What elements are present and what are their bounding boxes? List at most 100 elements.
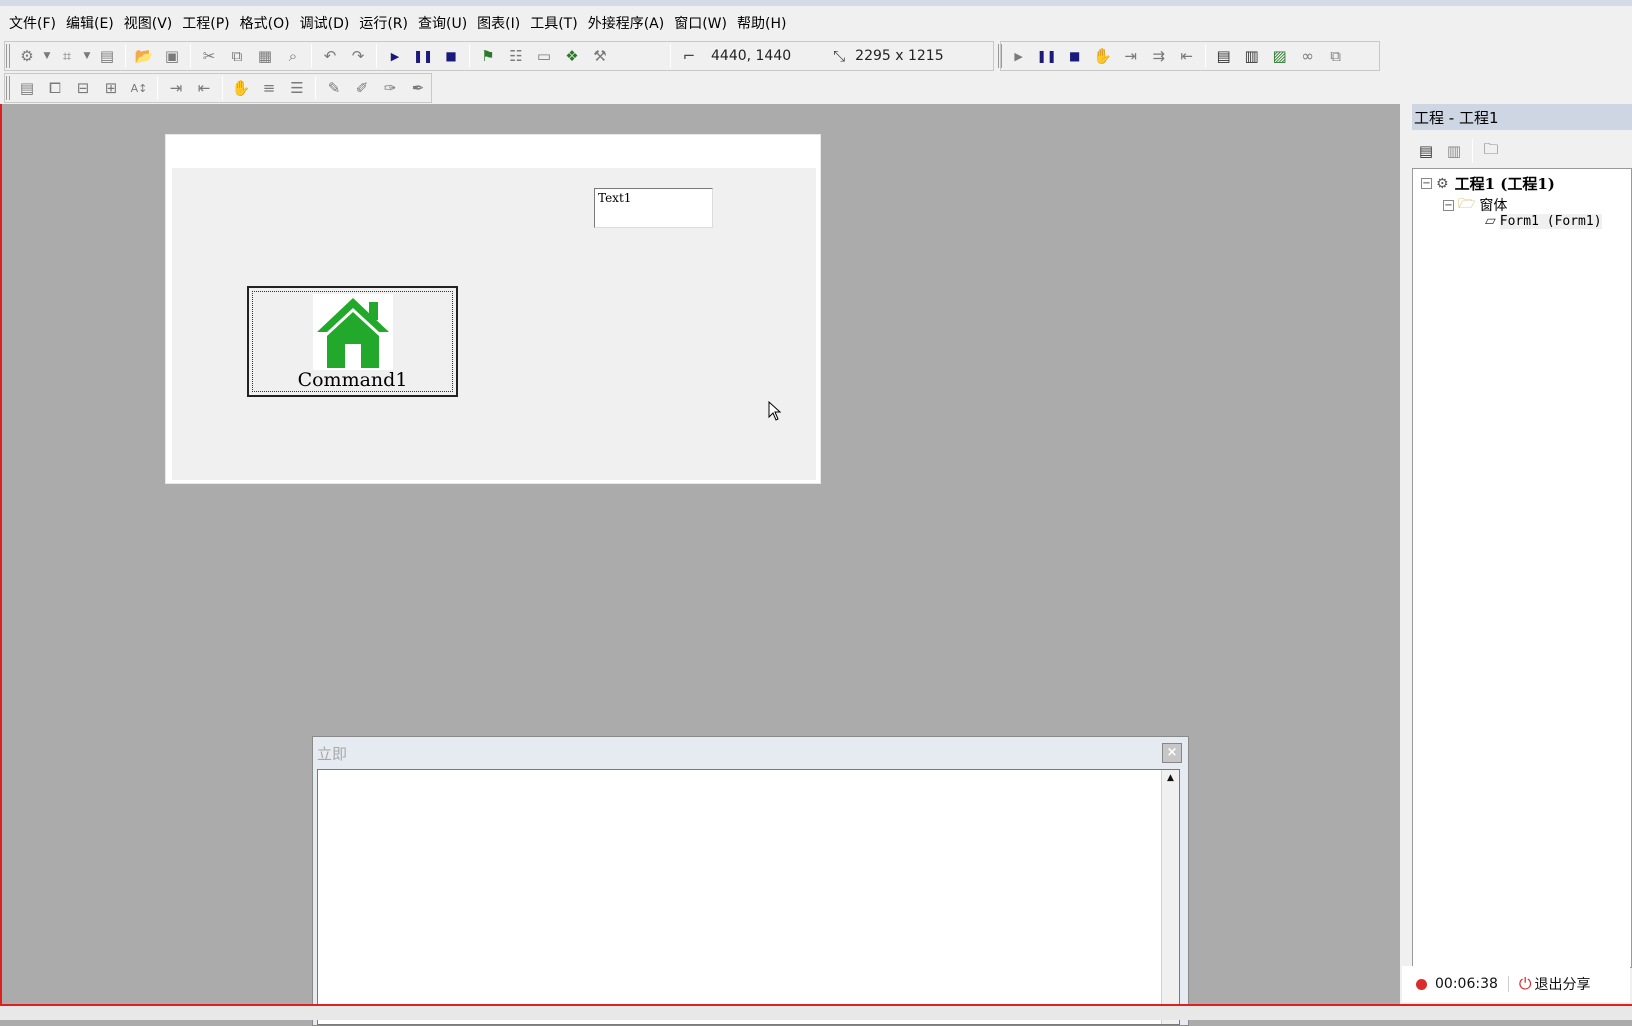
center-icon[interactable]: ⊞	[97, 75, 125, 101]
immediate-input-area[interactable]: ▲ ▼	[317, 769, 1180, 1025]
scroll-up-icon[interactable]: ▲	[1162, 770, 1179, 787]
break-icon[interactable]: ❚❚	[1033, 43, 1061, 69]
chevron-down-icon[interactable]: ▼	[81, 43, 93, 69]
menu-project[interactable]: 工程(P)	[177, 13, 234, 33]
form-designer-window[interactable]: Text1 Command1	[165, 134, 821, 484]
collapse-icon[interactable]: −	[1421, 178, 1432, 189]
menu-tools[interactable]: 工具(T)	[525, 13, 582, 33]
clear-bookmarks-icon[interactable]: ✒	[404, 75, 432, 101]
project-node-label: 工程1 (工程1)	[1454, 175, 1555, 193]
form-node-label: Form1 (Form1)	[1499, 213, 1602, 229]
add-form-icon[interactable]: ⌗	[53, 43, 81, 69]
tree-item-form1[interactable]: ▱ Form1 (Form1)	[1485, 213, 1602, 229]
text1-textbox[interactable]: Text1	[594, 188, 713, 228]
bring-to-front-icon[interactable]: ▤	[13, 75, 41, 101]
copy-icon[interactable]: ⧉	[223, 43, 251, 69]
menu-format[interactable]: 格式(O)	[235, 13, 295, 33]
close-icon[interactable]: ×	[1162, 743, 1182, 763]
properties-window-icon[interactable]: ☷	[502, 43, 530, 69]
stop-icon[interactable]: ■	[437, 43, 465, 69]
view-object-icon[interactable]: ▥	[1440, 138, 1468, 164]
project-explorer-icon[interactable]: ⚑	[474, 43, 502, 69]
project-tree[interactable]: − ⚙ 工程1 (工程1) − 🗁 窗体 ▱ Form1 (Form1)	[1412, 168, 1632, 968]
form-client-area[interactable]: Text1 Command1	[172, 168, 816, 480]
quick-watch-icon[interactable]: ∞	[1294, 43, 1322, 69]
comment-block-icon[interactable]: ≡	[255, 75, 283, 101]
chevron-down-icon[interactable]: ▼	[41, 43, 53, 69]
end-icon[interactable]: ■	[1061, 43, 1089, 69]
toolbar-separator	[222, 76, 223, 100]
command1-button[interactable]: Command1	[247, 286, 458, 397]
paste-icon[interactable]: ▦	[251, 43, 279, 69]
menu-editor-icon[interactable]: ▤	[93, 43, 121, 69]
toggle-folders-icon[interactable]: 🗀	[1477, 138, 1505, 164]
toggle-breakpoint-icon[interactable]: ✋	[1089, 43, 1117, 69]
recording-icon	[1416, 978, 1427, 990]
menu-addins[interactable]: 外接程序(A)	[583, 13, 670, 33]
cut-icon[interactable]: ✂	[195, 43, 223, 69]
menu-diagram[interactable]: 图表(I)	[472, 13, 525, 33]
folder-node-label: 窗体	[1479, 198, 1508, 214]
form-editor-toolbar: ▤ ⧠ ⊟ ⊞ A↕ ⇥ ⇤ ✋ ≡ ☰ ✎ ✐ ✑ ✒	[0, 72, 432, 104]
position-readout: 4440, 1440	[711, 48, 792, 64]
tree-item-project[interactable]: − ⚙ 工程1 (工程1)	[1421, 173, 1555, 194]
vertical-scrollbar[interactable]: ▲ ▼	[1161, 770, 1179, 1024]
collapse-icon[interactable]: −	[1443, 199, 1454, 211]
title-strip	[0, 0, 1632, 6]
toolbar-separator	[670, 44, 671, 68]
toolbar-grip[interactable]	[6, 76, 10, 100]
view-code-icon[interactable]: ▤	[1412, 138, 1440, 164]
continue-icon[interactable]: ▶	[1005, 43, 1033, 69]
exit-share-button[interactable]: 退出分享	[1535, 974, 1591, 994]
redo-icon[interactable]: ↷	[344, 43, 372, 69]
toolbar-separator	[1204, 44, 1206, 68]
immediate-window[interactable]: 立即 × ▲ ▼	[312, 736, 1189, 1026]
open-icon[interactable]: 📂	[130, 43, 158, 69]
send-to-back-icon[interactable]: ⧠	[41, 75, 69, 101]
toolbar-separator	[376, 44, 377, 68]
step-out-icon[interactable]: ⇤	[1173, 43, 1201, 69]
find-icon[interactable]: ⌕	[279, 43, 307, 69]
project-explorer-title: 工程 - 工程1	[1412, 104, 1632, 130]
toolbar-separator	[311, 44, 312, 68]
menu-run[interactable]: 运行(R)	[354, 13, 413, 33]
previous-bookmark-icon[interactable]: ✑	[376, 75, 404, 101]
watch-window-icon[interactable]: ▨	[1266, 43, 1294, 69]
toggle-bookmark-icon[interactable]: ✎	[320, 75, 348, 101]
project-explorer-pane: 工程 - 工程1 ▤ ▥ 🗀 − ⚙ 工程1 (工程1) − 🗁 窗体 ▱ Fo…	[1400, 104, 1632, 1020]
save-icon[interactable]: ▣	[158, 43, 186, 69]
power-icon[interactable]: ⏻	[1519, 974, 1532, 994]
start-icon[interactable]: ▶	[381, 43, 409, 69]
uncomment-block-icon[interactable]: ☰	[283, 75, 311, 101]
menu-edit[interactable]: 编辑(E)	[61, 13, 119, 33]
menu-debug[interactable]: 调试(D)	[295, 13, 355, 33]
share-timer: 00:06:38	[1435, 976, 1498, 992]
undo-icon[interactable]: ↶	[316, 43, 344, 69]
outdent-icon[interactable]: ⇤	[190, 75, 218, 101]
form-layout-icon[interactable]: ▭	[530, 43, 558, 69]
toolbox-icon[interactable]: ⚒	[586, 43, 614, 69]
next-bookmark-icon[interactable]: ✐	[348, 75, 376, 101]
toolbar-grip[interactable]	[997, 44, 1002, 68]
menu-window[interactable]: 窗口(W)	[669, 13, 732, 33]
align-icon[interactable]: ⊟	[69, 75, 97, 101]
indent-icon[interactable]: ⇥	[162, 75, 190, 101]
menu-view[interactable]: 视图(V)	[119, 13, 178, 33]
step-over-icon[interactable]: ⇉	[1145, 43, 1173, 69]
menu-file[interactable]: 文件(F)	[4, 13, 61, 33]
step-into-icon[interactable]: ⇥	[1117, 43, 1145, 69]
call-stack-icon[interactable]: ⧉	[1322, 43, 1350, 69]
menu-query[interactable]: 查询(U)	[413, 13, 472, 33]
make-same-size-icon[interactable]: A↕	[125, 75, 153, 101]
pause-icon[interactable]: ❚❚	[409, 43, 437, 69]
immediate-window-icon[interactable]: ▥	[1238, 43, 1266, 69]
command1-caption: Command1	[297, 369, 408, 391]
menu-help[interactable]: 帮助(H)	[732, 13, 791, 33]
add-project-icon[interactable]: ⚙	[13, 43, 41, 69]
object-browser-icon[interactable]: ❖	[558, 43, 586, 69]
toolbar-separator	[157, 76, 158, 100]
lock-controls-icon[interactable]: ✋	[227, 75, 255, 101]
toolbar-grip[interactable]	[6, 44, 10, 68]
folder-icon: 🗁	[1458, 196, 1476, 212]
locals-window-icon[interactable]: ▤	[1210, 43, 1238, 69]
